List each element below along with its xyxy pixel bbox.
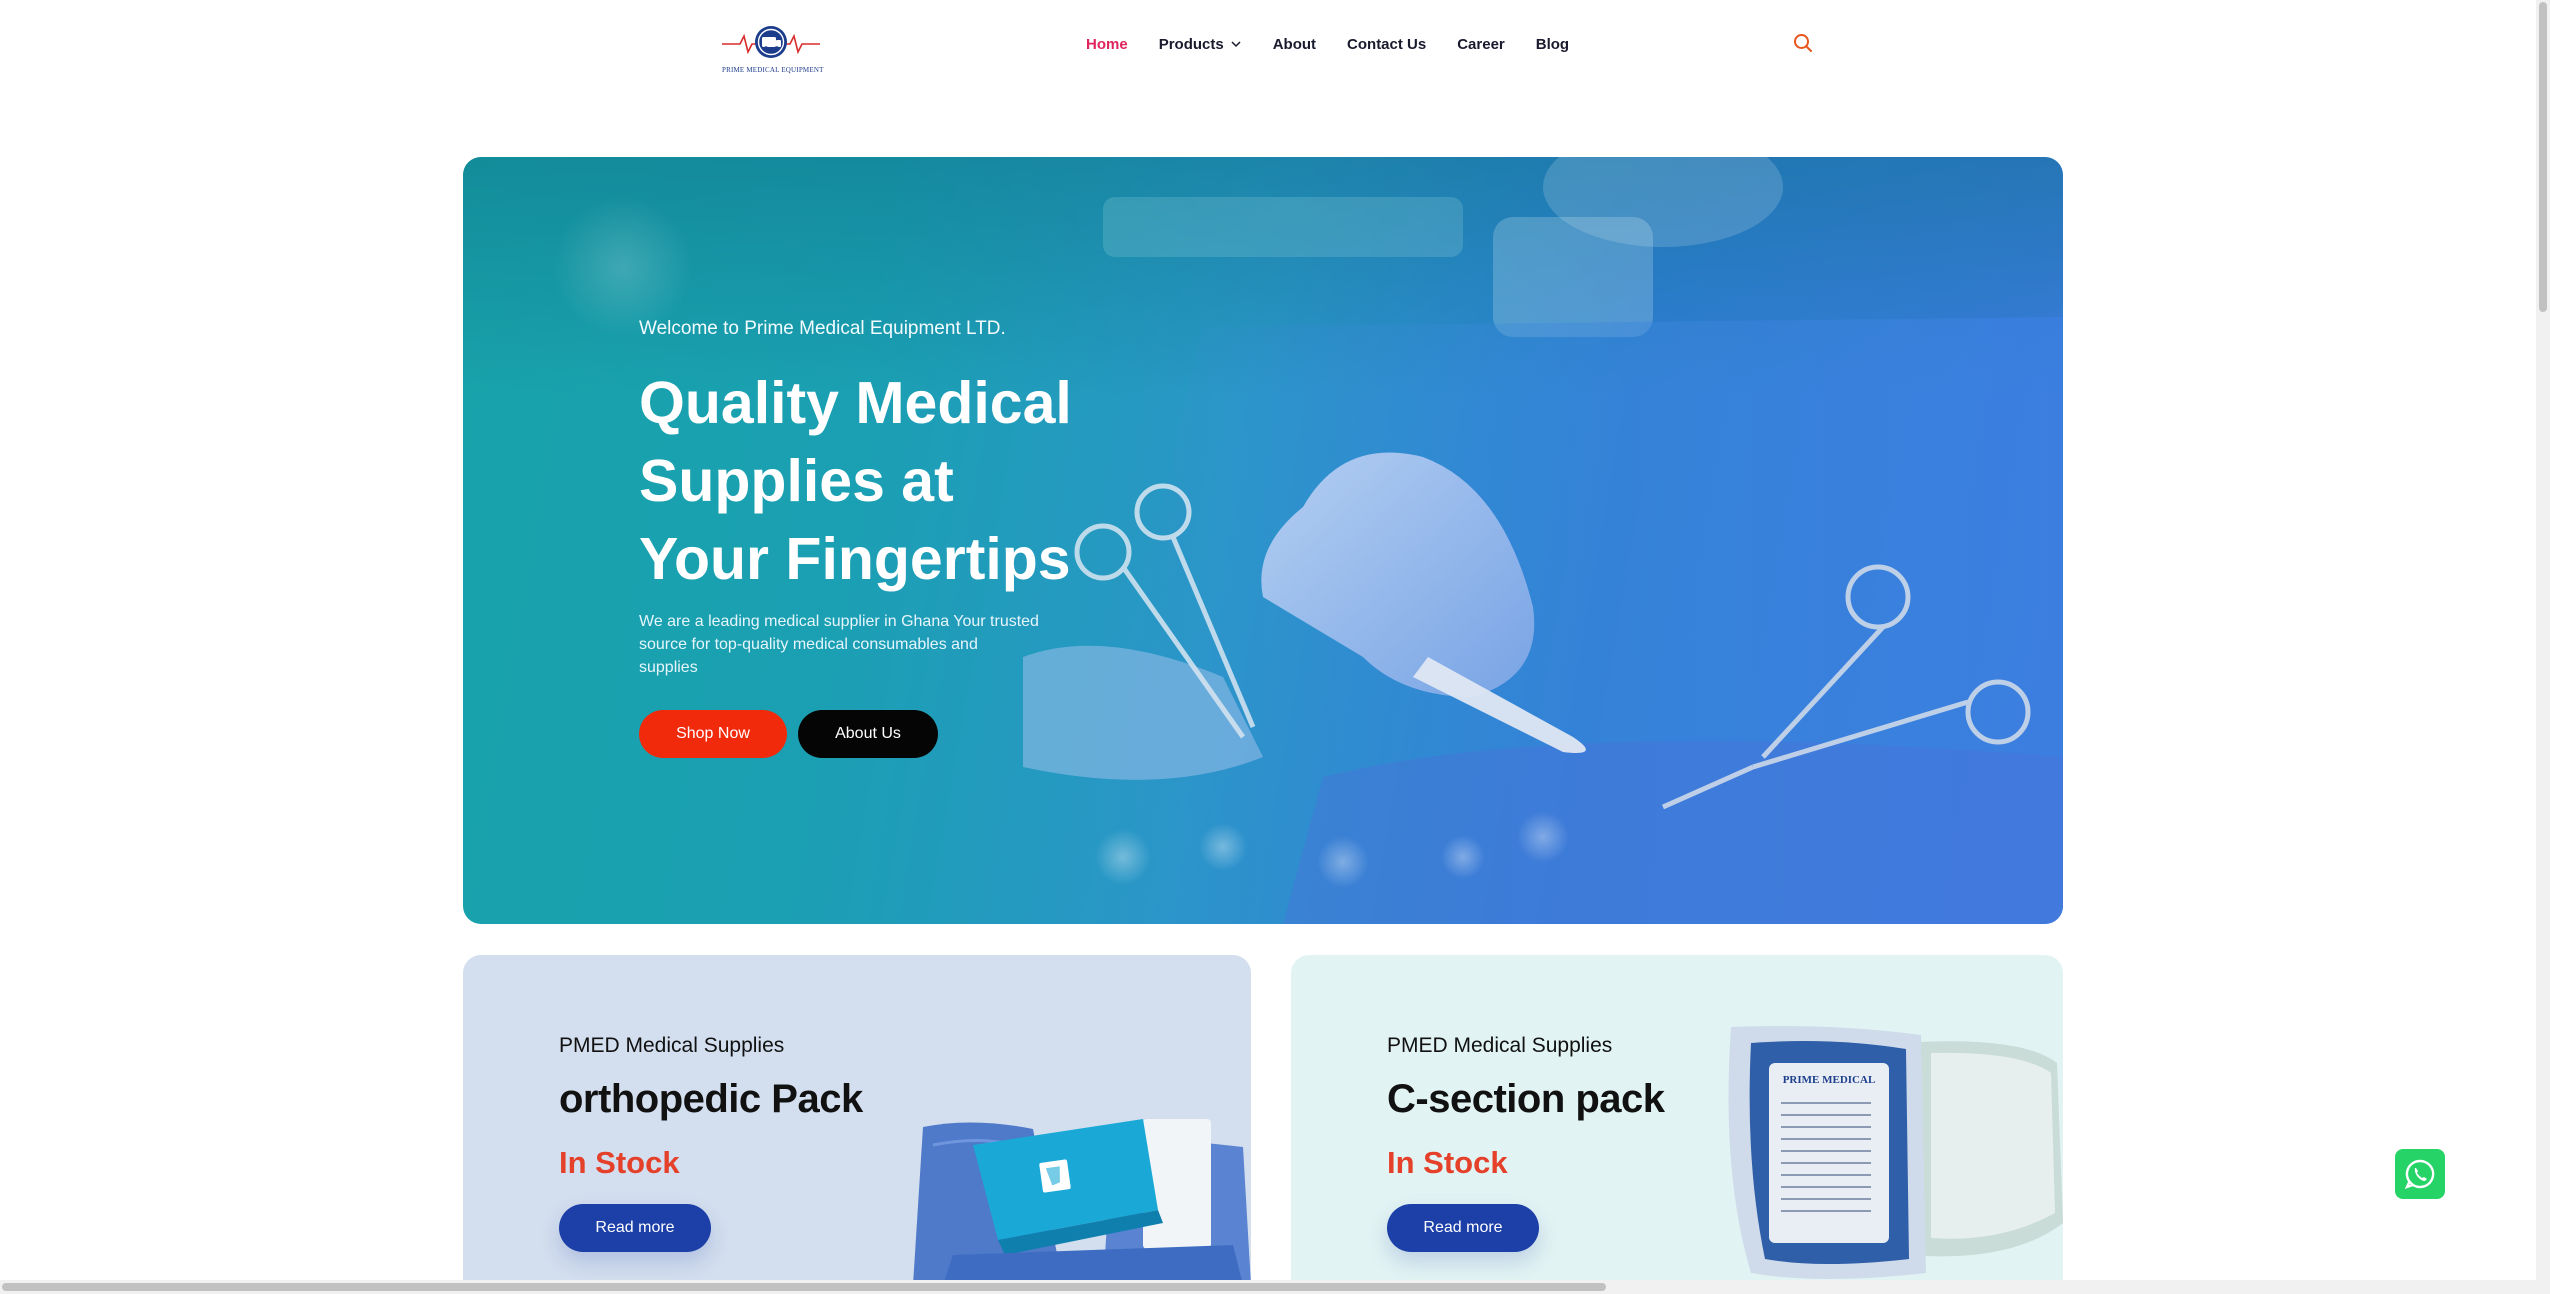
search-icon [1794,34,1812,52]
nav-blog[interactable]: Blog [1536,36,1569,53]
about-us-button[interactable]: About Us [798,710,938,758]
hero-welcome-text: Welcome to Prime Medical Equipment LTD. [639,318,1006,339]
logo-heartbeat-icon [722,26,820,58]
shop-now-button[interactable]: Shop Now [639,710,787,758]
main-nav: Home Products About Contact Us Career Bl… [1086,30,1600,58]
hero-title: Quality Medical Supplies at Your Fingert… [639,370,1072,592]
hero-banner: Welcome to Prime Medical Equipment LTD. … [463,157,2063,924]
logo-text: PRIME MEDICAL EQUIPMENT [722,66,824,74]
c-section-pack-image: PRIME MEDICAL [1728,1026,2063,1279]
nav-about[interactable]: About [1273,36,1316,53]
search-button[interactable] [1791,31,1815,55]
site-header: PRIME MEDICAL EQUIPMENT Home Products Ab… [0,0,2536,88]
product-card-orthopedic: PMED Medical Supplies orthopedic Pack In… [463,955,1251,1285]
nav-products-label: Products [1158,35,1224,53]
vertical-scrollbar-thumb[interactable] [2539,2,2547,312]
nav-home[interactable]: Home [1086,36,1128,53]
product-title: orthopedic Pack [559,1077,863,1121]
hero-description: We are a leading medical supplier in Gha… [639,613,1039,676]
read-more-button[interactable]: Read more [1387,1204,1539,1252]
chevron-down-icon [1231,41,1241,48]
nav-career-label: Career [1457,35,1505,53]
package-label: PRIME MEDICAL [1783,1074,1876,1086]
vertical-scrollbar[interactable] [2536,0,2550,1294]
hero-content: Welcome to Prime Medical Equipment LTD. … [639,318,1079,758]
stock-status: In Stock [1387,1145,1508,1180]
nav-contact[interactable]: Contact Us [1347,36,1426,53]
product-card-c-section: PMED Medical Supplies C-section pack In … [1291,955,2063,1285]
nav-blog-label: Blog [1535,35,1570,53]
nav-home-label: Home [1086,35,1128,53]
whatsapp-icon [2404,1159,2435,1190]
horizontal-scrollbar-thumb[interactable] [2,1283,1606,1291]
whatsapp-chat-button[interactable] [2395,1149,2445,1199]
site-logo[interactable]: PRIME MEDICAL EQUIPMENT [722,22,824,78]
nav-about-label: About [1272,35,1317,53]
product-subtitle: PMED Medical Supplies [1387,1034,1613,1057]
horizontal-scrollbar[interactable] [0,1280,2536,1294]
read-more-button[interactable]: Read more [559,1204,711,1252]
orthopedic-pack-image [913,1119,1251,1285]
product-title: C-section pack [1387,1077,1665,1121]
nav-career[interactable]: Career [1457,36,1505,53]
nav-contact-label: Contact Us [1347,35,1427,53]
stock-status: In Stock [559,1145,680,1180]
nav-products[interactable]: Products [1159,36,1242,53]
product-subtitle: PMED Medical Supplies [559,1034,785,1057]
hero-buttons: Shop Now About Us [639,710,1079,758]
